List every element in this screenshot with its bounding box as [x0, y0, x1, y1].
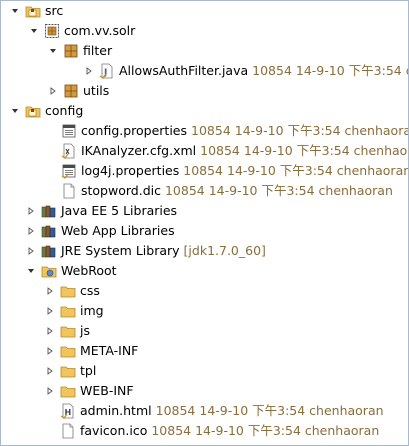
tree-item-label: META-INF [80, 343, 139, 358]
chevron-down-icon[interactable] [28, 21, 40, 41]
chevron-down-icon[interactable] [9, 101, 21, 121]
chevron-down-icon[interactable] [9, 1, 21, 21]
library-icon [41, 223, 57, 239]
tree-row-log4j-properties[interactable]: log4j.properties 10854 14-9-10 下午3:54 che… [1, 161, 409, 181]
tree-row-tpl[interactable]: tpl [1, 361, 406, 381]
web-folder-icon [41, 263, 57, 279]
tree-row-css[interactable]: css [1, 281, 406, 301]
tree-row-web-inf[interactable]: WEB-INF [1, 381, 406, 401]
tree-item-label: log4j.properties 10854 14-9-10 下午3:54 che… [81, 161, 409, 181]
tree-item-label: WEB-INF [80, 383, 134, 398]
file-decoration: 10854 14-9-10 下午3:54 chenhaoran [200, 143, 409, 158]
file-decoration: 10854 14-9-10 下午3:54 chenhaoran [191, 123, 409, 138]
image-file-icon [60, 423, 76, 439]
chevron-right-icon[interactable] [47, 81, 59, 101]
chevron-right-icon[interactable] [44, 321, 56, 341]
properties-file-icon [61, 163, 77, 179]
tree-row-webroot[interactable]: WebRoot [1, 261, 406, 281]
tree-row-config[interactable]: config [1, 101, 406, 121]
tree-row-jre-system-library[interactable]: JRE System Library [jdk1.7.0_60] [1, 241, 406, 261]
chevron-right-icon[interactable] [44, 281, 56, 301]
file-decoration: 10854 14-9-10 下午3:54 chenhaoran [183, 163, 409, 178]
tree-item-label: WebRoot [61, 263, 117, 278]
chevron-right-icon[interactable] [25, 221, 37, 241]
tree-row-com-vv-solr[interactable]: com.vv.solr [1, 21, 406, 41]
folder-icon [60, 383, 76, 399]
tree-row-favicon-ico[interactable]: favicon.ico 10854 14-9-10 下午3:54 chenhaor… [1, 421, 406, 441]
source-folder-icon [25, 103, 41, 119]
tree-row-java-ee-5-libraries[interactable]: Java EE 5 Libraries [1, 201, 406, 221]
chevron-right-icon[interactable] [44, 381, 56, 401]
folder-icon [60, 343, 76, 359]
folder-icon [60, 283, 76, 299]
tree-item-label: js [80, 323, 90, 338]
text-file-icon [61, 183, 77, 199]
tree-item-label: config [45, 103, 84, 118]
tree-item-label: admin.html 10854 14-9-10 下午3:54 chenhaora… [80, 403, 384, 418]
tree-item-label: Web App Libraries [61, 223, 175, 238]
file-decoration: 10854 14-9-10 下午3:54 chenhaoran [164, 183, 393, 198]
chevron-down-icon[interactable] [47, 41, 59, 61]
tree-row-web-app-libraries[interactable]: Web App Libraries [1, 221, 406, 241]
tree-item-label: Java EE 5 Libraries [61, 203, 178, 218]
folder-icon [60, 323, 76, 339]
tree-item-label: stopword.dic 10854 14-9-10 下午3:54 chenhao… [81, 183, 393, 198]
tree-item-label: favicon.ico 10854 14-9-10 下午3:54 chenhaor… [80, 423, 380, 438]
file-decoration: 10854 14-9-10 下午3:54 chen [252, 63, 408, 78]
package-icon [63, 43, 79, 59]
file-decoration: 10854 14-9-10 下午3:54 chenhaoran [151, 423, 380, 438]
chevron-right-icon[interactable] [25, 241, 37, 261]
properties-file-icon [61, 123, 77, 139]
tree-item-label: AllowsAuthFilter.java 10854 14-9-10 下午3:5… [119, 61, 408, 81]
tree-row-filter[interactable]: filter [1, 41, 406, 61]
tree-row-src[interactable]: src [1, 1, 406, 21]
chevron-right-icon[interactable] [44, 341, 56, 361]
tree-row-img[interactable]: img [1, 301, 406, 321]
tree-item-label: img [80, 303, 104, 318]
tree-row-meta-inf[interactable]: META-INF [1, 341, 406, 361]
chevron-right-icon[interactable] [83, 61, 95, 81]
tree-item-label: utils [83, 83, 110, 98]
folder-icon [60, 363, 76, 379]
java-file-icon: J [99, 63, 115, 79]
tree-row-utils[interactable]: utils [1, 81, 406, 101]
tree-item-label: com.vv.solr [64, 23, 136, 38]
tree-item-label: filter [83, 43, 113, 58]
tree-item-label: IKAnalyzer.cfg.xml 10854 14-9-10 下午3:54 c… [81, 141, 409, 161]
tree-item-label: config.properties 10854 14-9-10 下午3:54 ch… [81, 121, 409, 141]
tree-row-stopword-dic[interactable]: stopword.dic 10854 14-9-10 下午3:54 chenhao… [1, 181, 406, 201]
package-icon [63, 83, 79, 99]
html-file-icon: H [60, 403, 76, 419]
tree-item-label: JRE System Library [jdk1.7.0_60] [61, 243, 266, 258]
chevron-right-icon[interactable] [44, 301, 56, 321]
jre-version-decoration: [jdk1.7.0_60] [183, 243, 266, 258]
library-icon [41, 243, 57, 259]
folder-icon [60, 303, 76, 319]
tree-row-admin-html[interactable]: H admin.html 10854 14-9-10 下午3:54 chenhao… [1, 401, 406, 421]
file-decoration: 10854 14-9-10 下午3:54 chenhaoran [155, 403, 384, 418]
package-icon [44, 23, 60, 39]
chevron-right-icon[interactable] [25, 201, 37, 221]
project-explorer-tree[interactable]: src com.vv.solr filter J AllowsAuthFilte… [0, 0, 409, 446]
source-folder-icon [25, 3, 41, 19]
tree-row-ikanalyzer-cfg-xml[interactable]: IKAnalyzer.cfg.xml 10854 14-9-10 下午3:54 c… [1, 141, 409, 161]
library-icon [41, 203, 57, 219]
tree-item-label: src [45, 3, 64, 18]
tree-row-allowsauthfilter-java[interactable]: J AllowsAuthFilter.java 10854 14-9-10 下午3… [1, 61, 408, 81]
tree-row-config-properties[interactable]: config.properties 10854 14-9-10 下午3:54 ch… [1, 121, 409, 141]
xml-file-icon [61, 143, 77, 159]
tree-item-label: css [80, 283, 100, 298]
chevron-down-icon[interactable] [25, 261, 37, 281]
tree-row-js[interactable]: js [1, 321, 406, 341]
tree-item-label: tpl [80, 363, 97, 378]
chevron-right-icon[interactable] [44, 361, 56, 381]
